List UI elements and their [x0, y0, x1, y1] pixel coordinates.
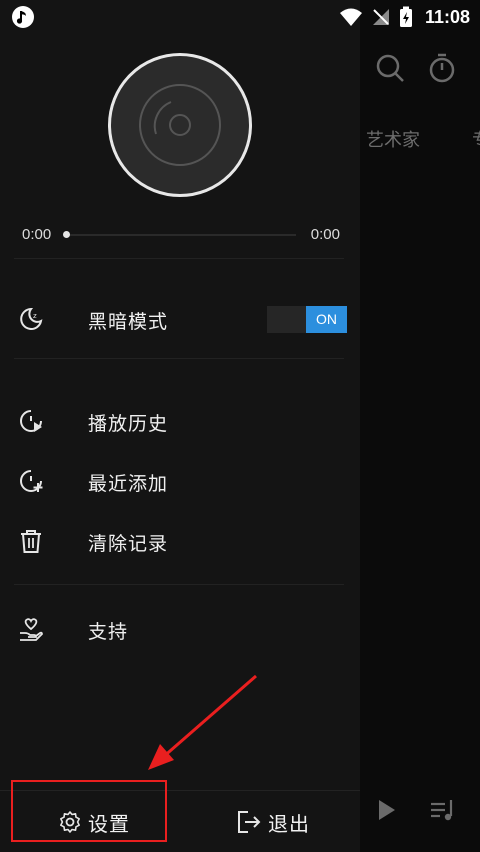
timer-icon[interactable]	[426, 52, 458, 84]
elapsed-time: 0:00	[22, 226, 52, 243]
tab-artists[interactable]: 艺术家	[366, 126, 420, 152]
status-bar: 11:08	[0, 0, 480, 34]
menu-item-label: 最近添加	[88, 473, 169, 495]
playback-progress: 0:00 0:00	[22, 226, 340, 246]
album-art-disc[interactable]	[108, 53, 252, 197]
disc-icon	[139, 84, 221, 166]
exit-button[interactable]: 退出	[236, 804, 310, 840]
menu-item-clear[interactable]: 清除记录	[0, 516, 360, 566]
menu-item-recent[interactable]: 最近添加	[0, 456, 360, 506]
history-icon	[20, 410, 42, 432]
heart-hand-icon	[20, 618, 43, 641]
tab-albums[interactable]: 专	[472, 126, 480, 152]
menu-item-history[interactable]: 播放历史	[0, 396, 360, 446]
annotation-highlight-box	[11, 780, 167, 842]
menu-item-support[interactable]: 支持	[0, 604, 360, 654]
clock: 11:08	[424, 6, 470, 27]
menu-item-label: 播放历史	[88, 413, 169, 435]
toggle-on-state: ON	[306, 306, 347, 333]
search-icon[interactable]	[374, 52, 406, 84]
seek-thumb[interactable]	[63, 231, 70, 238]
playlist-icon[interactable]	[428, 796, 456, 824]
battery-charging-icon	[399, 6, 412, 27]
dark-mode-toggle[interactable]: ON	[267, 306, 347, 333]
divider	[14, 258, 344, 259]
svg-text:z: z	[33, 312, 37, 320]
logout-icon	[238, 811, 261, 833]
navigation-drawer: 0:00 0:00 z 黑暗模式 ON 播放历史 最近添加 清除记录 支持 设置…	[0, 0, 360, 852]
menu-item-label: 清除记录	[88, 533, 169, 555]
exit-label: 退出	[268, 811, 310, 836]
clock-add-icon	[20, 470, 43, 492]
divider	[14, 358, 344, 359]
signal-off-icon	[372, 9, 389, 25]
moon-icon: z	[20, 307, 43, 330]
menu-item-label: 黑暗模式	[88, 311, 169, 333]
menu-item-label: 支持	[88, 621, 129, 643]
total-time: 0:00	[310, 226, 340, 243]
divider	[14, 584, 344, 585]
seek-track[interactable]	[66, 234, 296, 236]
wifi-icon	[339, 8, 362, 26]
trash-icon	[21, 530, 41, 553]
play-icon[interactable]	[372, 796, 400, 824]
music-note-icon	[12, 6, 34, 28]
